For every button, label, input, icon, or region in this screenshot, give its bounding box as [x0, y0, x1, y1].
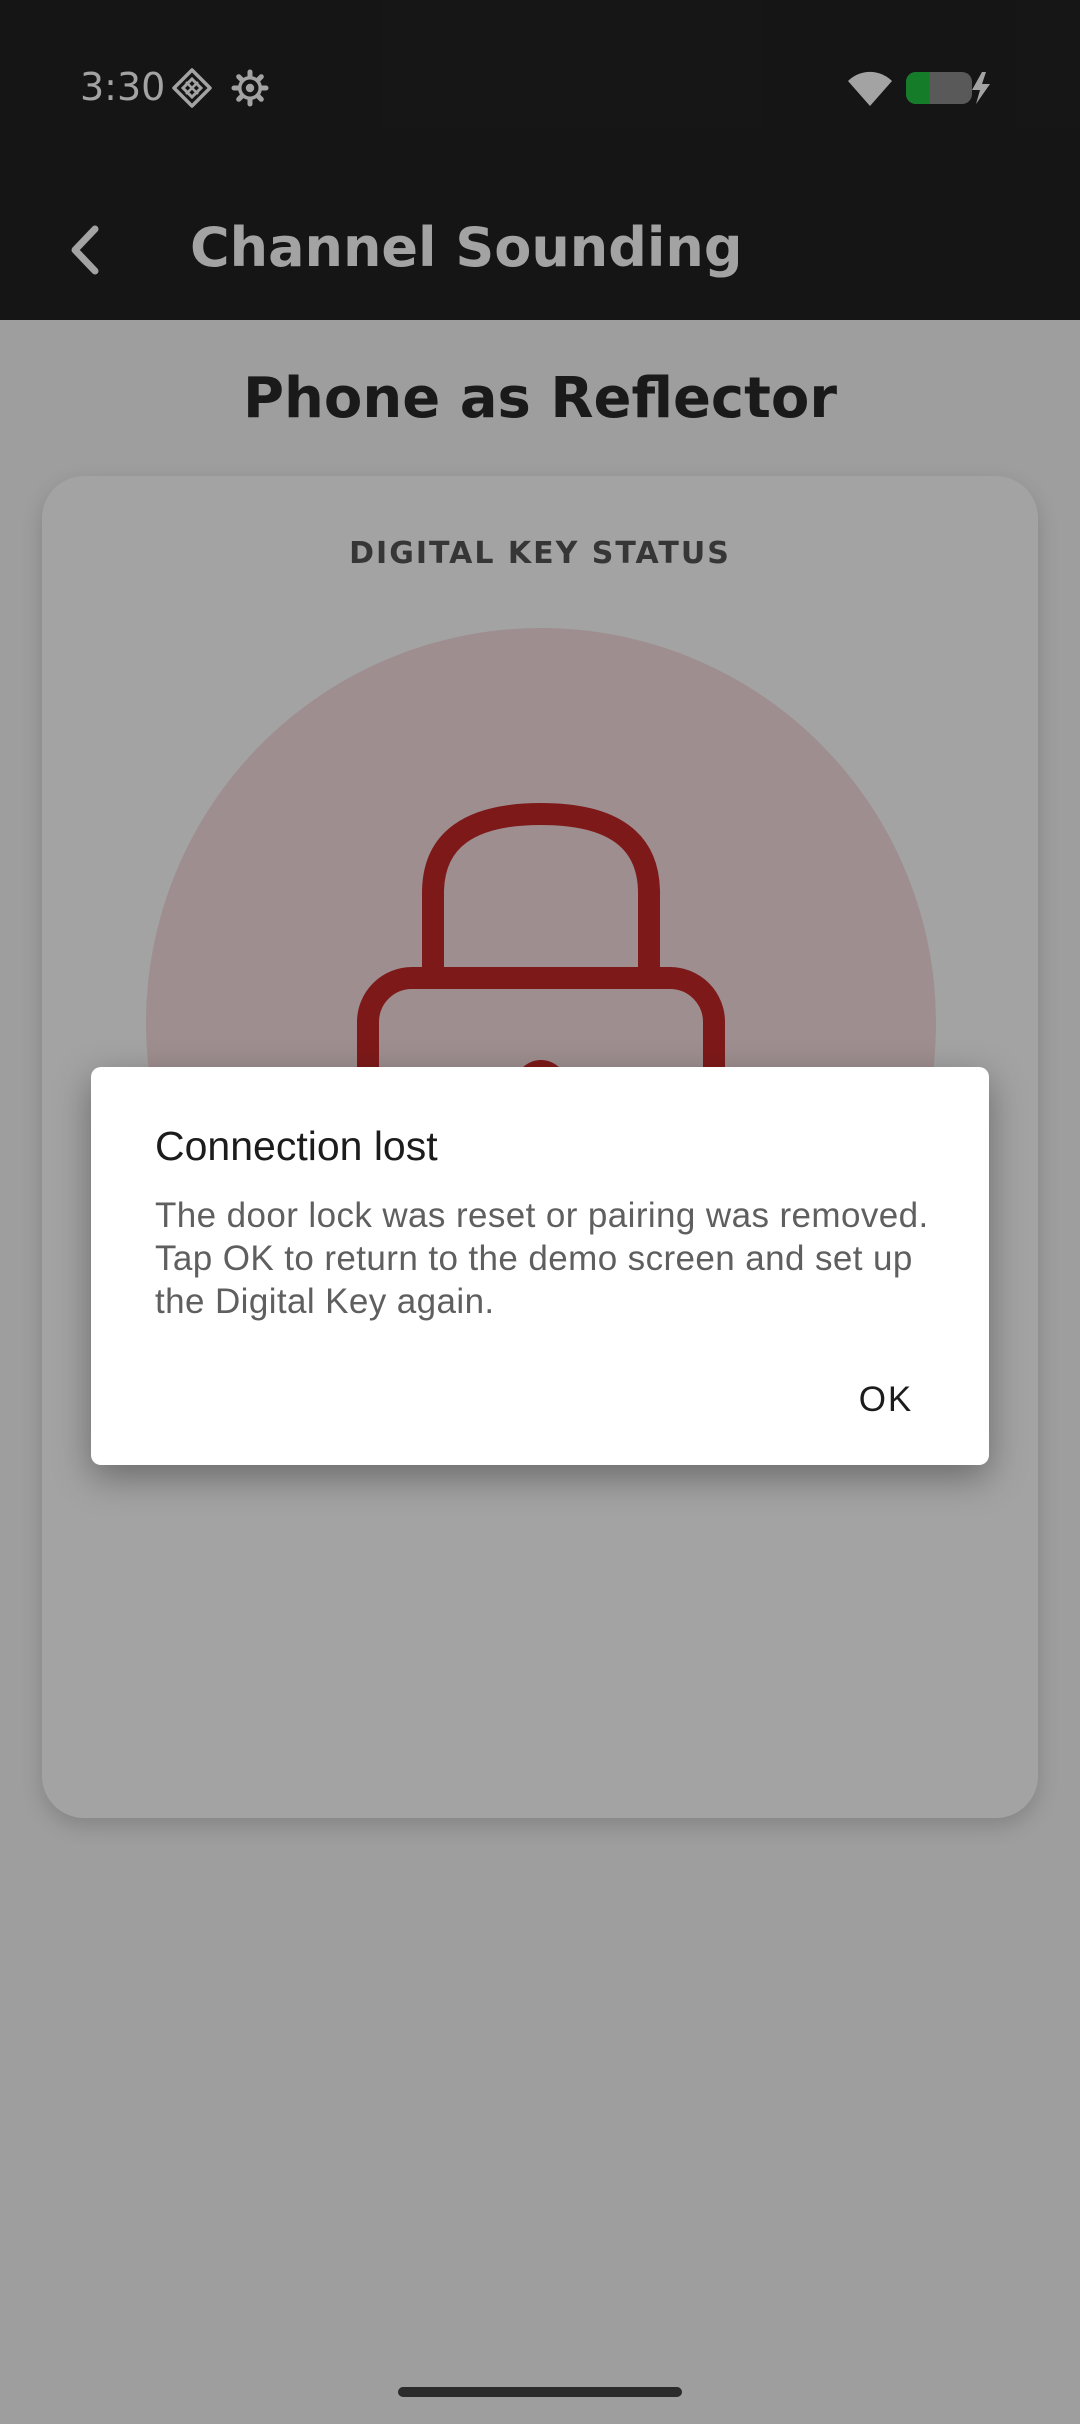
home-indicator[interactable]: [398, 2387, 682, 2397]
ok-button[interactable]: OK: [831, 1365, 941, 1435]
dialog-message: The door lock was reset or pairing was r…: [155, 1196, 929, 1321]
dialog-title: Connection lost: [155, 1123, 438, 1169]
connection-lost-dialog: Connection lost The door lock was reset …: [91, 1067, 989, 1465]
